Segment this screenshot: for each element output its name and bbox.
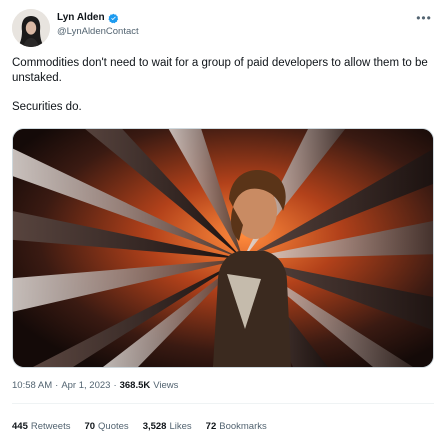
tweet-meta: 10:58 AM · Apr 1, 2023 · 368.5K Views [12,380,178,391]
retweets-count: 445 [12,421,28,432]
quotes-count: 70 [84,421,96,432]
tweet-media-image[interactable] [12,128,434,368]
tweet-time[interactable]: 10:58 AM [12,380,52,391]
author-names: Lyn Alden @LynAldenContact [57,11,139,39]
more-options-button[interactable]: ••• [414,10,434,26]
author-handle[interactable]: @LynAldenContact [57,25,139,39]
tweet-text-line: Securities do. [12,101,82,113]
quotes-stat[interactable]: 70 Quotes [84,421,128,432]
retweets-label: Retweets [30,421,71,432]
bookmarks-stat[interactable]: 72 Bookmarks [206,421,267,432]
tweet-date[interactable]: Apr 1, 2023 [61,380,110,391]
meta-separator: · [113,380,117,391]
divider [12,403,434,404]
tweet-body: Commodities don't need to wait for a gro… [12,56,430,115]
views-count: 368.5K [119,380,151,391]
author-display-name-row[interactable]: Lyn Alden [57,11,139,25]
likes-count: 3,528 [142,421,167,432]
author-display-name[interactable]: Lyn Alden [57,11,105,25]
engagement-stats: 445 Retweets 70 Quotes 3,528 Likes 72 Bo… [12,421,267,432]
bookmarks-label: Bookmarks [219,421,267,432]
profile-photo-icon [12,9,50,47]
meta-separator: · [55,380,59,391]
bookmarks-count: 72 [205,421,217,432]
tweet-text-line: Commodities don't need to wait for a gro… [12,57,428,84]
verified-badge-icon [108,13,118,23]
tweet-header: Lyn Alden @LynAldenContact ••• [12,8,434,48]
likes-stat[interactable]: 3,528 Likes [143,421,192,432]
retweets-stat[interactable]: 445 Retweets [12,421,70,432]
likes-label: Likes [169,421,192,432]
ellipsis-icon: ••• [416,11,432,25]
views-label: Views [153,380,179,391]
avatar[interactable] [12,9,50,47]
quotes-label: Quotes [98,421,129,432]
animated-still-image-icon [13,129,433,367]
